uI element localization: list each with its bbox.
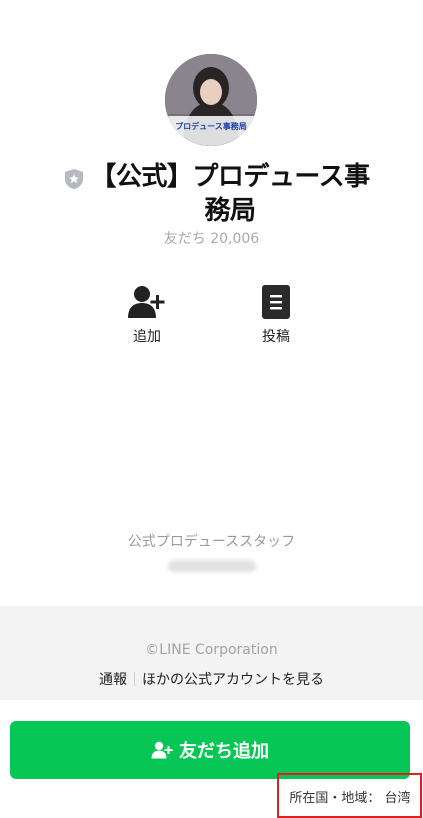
- avatar-caption: プロデュース事務局: [175, 122, 247, 131]
- add-action-label: 追加: [133, 329, 161, 345]
- add-friend-button[interactable]: 友だち追加: [10, 721, 410, 779]
- add-friend-button-label: 友だち追加: [179, 741, 269, 762]
- add-action[interactable]: 追加: [107, 284, 187, 346]
- footer: ©LINE Corporation 通報 ほかの公式アカウントを見る: [0, 606, 423, 700]
- other-accounts-link[interactable]: ほかの公式アカウントを見る: [142, 672, 324, 688]
- official-badge-icon: [65, 169, 83, 189]
- post-icon: [262, 285, 290, 319]
- region-text: 所在国・地域： 台湾: [289, 791, 411, 806]
- post-action-label: 投稿: [262, 329, 290, 345]
- report-link[interactable]: 通報: [99, 672, 127, 688]
- copyright: ©LINE Corporation: [145, 642, 278, 658]
- footer-links: 通報 ほかの公式アカウントを見る: [0, 669, 423, 689]
- avatar[interactable]: プロデュース事務局: [165, 54, 257, 146]
- link-divider: [134, 672, 135, 686]
- post-action[interactable]: 投稿: [236, 284, 316, 346]
- profile-section: プロデュース事務局 【公式】プロデュース事務局 友だち 20,006 追加 投稿…: [0, 0, 423, 606]
- blurred-id: [168, 560, 256, 572]
- staff-name: 公式プロデューススタッフ: [127, 534, 296, 550]
- add-friend-icon: [128, 286, 165, 318]
- account-name: 【公式】プロデュース事務局: [90, 162, 370, 226]
- add-friend-button-icon: [151, 741, 173, 759]
- friend-count: 友だち 20,006: [163, 231, 260, 247]
